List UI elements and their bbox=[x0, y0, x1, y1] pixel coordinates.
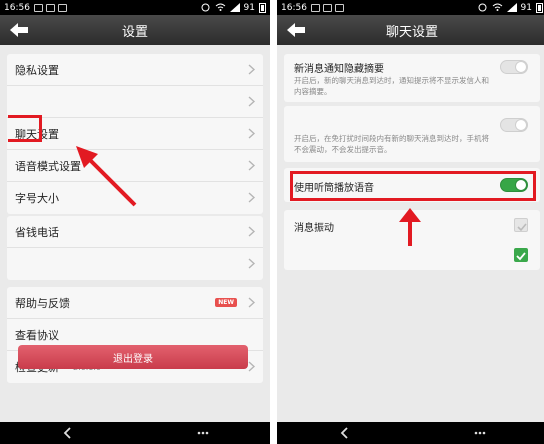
battery-icon bbox=[259, 2, 266, 13]
highlight-box bbox=[8, 115, 42, 142]
check-icon bbox=[517, 223, 527, 232]
back-nav-icon[interactable] bbox=[338, 426, 352, 440]
battery-level: 91 bbox=[243, 2, 255, 13]
hide-summary-toggle[interactable] bbox=[500, 60, 528, 74]
signal-icon bbox=[506, 3, 517, 12]
back-nav-icon[interactable] bbox=[61, 426, 75, 440]
help-feedback-item[interactable]: 帮助与反馈 NEW bbox=[7, 287, 263, 319]
vibration-checkbox[interactable] bbox=[514, 218, 528, 232]
chevron-right-icon bbox=[248, 258, 255, 269]
logout-button[interactable]: 退出登录 bbox=[18, 345, 248, 369]
signal-icon bbox=[229, 3, 240, 12]
cheap-call-item[interactable]: 省钱电话 bbox=[7, 216, 263, 248]
chevron-right-icon bbox=[248, 192, 255, 203]
settings-item-blank[interactable] bbox=[7, 86, 263, 118]
battery-level: 91 bbox=[520, 2, 532, 13]
wifi-icon bbox=[492, 3, 502, 11]
settings-group-calls: 省钱电话 bbox=[7, 216, 263, 280]
alarm-icon bbox=[201, 3, 210, 12]
back-arrow-icon[interactable] bbox=[285, 21, 307, 39]
chevron-right-icon bbox=[248, 96, 255, 107]
setting-description: 开启后，在免打扰时间段内有新的聊天消息到达时，手机将不会震动，不会发出提示音。 bbox=[294, 134, 489, 154]
red-arrow-icon bbox=[76, 146, 137, 207]
chevron-right-icon bbox=[248, 160, 255, 171]
chevron-right-icon bbox=[248, 361, 255, 372]
do-not-disturb-toggle[interactable] bbox=[500, 118, 528, 132]
wifi-icon bbox=[215, 3, 225, 11]
battery-icon bbox=[536, 2, 543, 13]
highlight-box bbox=[290, 171, 536, 201]
new-badge: NEW bbox=[215, 298, 237, 307]
setting-title: 新消息通知隐藏摘要 bbox=[294, 64, 384, 75]
back-arrow-icon[interactable] bbox=[8, 21, 30, 39]
status-bar: 16:56 91 bbox=[0, 0, 270, 15]
privacy-settings-item[interactable]: 隐私设置 bbox=[7, 54, 263, 86]
chevron-right-icon bbox=[248, 128, 255, 139]
usb-icon bbox=[334, 3, 344, 12]
nav-bar bbox=[0, 422, 270, 444]
menu-dots-icon[interactable] bbox=[196, 426, 210, 440]
hide-summary-setting: 新消息通知隐藏摘要 开启后，新的聊天消息到达时，通知提示将不显示发信人和内容摘要… bbox=[284, 54, 540, 102]
chevron-right-icon bbox=[248, 297, 255, 308]
usb-icon bbox=[57, 3, 67, 12]
chat-settings-screen: 16:56 91 聊天设置 新消息通知隐藏摘要 开启后，新的聊天消息到达时，通知… bbox=[277, 0, 544, 444]
red-arrow-icon bbox=[399, 208, 421, 246]
notification-icon bbox=[33, 3, 43, 12]
do-not-disturb-setting: 开启后，在免打扰时间段内有新的聊天消息到达时，手机将不会震动，不会发出提示音。 bbox=[284, 106, 540, 162]
page-title: 设置 bbox=[121, 24, 148, 40]
image-notification-icon bbox=[45, 3, 55, 12]
title-bar: 设置 bbox=[0, 15, 270, 45]
setting-title: 消息振动 bbox=[294, 223, 334, 234]
status-time: 16:56 bbox=[4, 2, 30, 13]
chevron-right-icon bbox=[248, 226, 255, 237]
title-bar: 聊天设置 bbox=[277, 15, 544, 45]
nav-bar bbox=[277, 422, 544, 444]
chevron-right-icon bbox=[248, 64, 255, 75]
status-time: 16:56 bbox=[281, 2, 307, 13]
settings-item-blank[interactable] bbox=[7, 248, 263, 280]
alarm-icon bbox=[478, 3, 487, 12]
image-notification-icon bbox=[322, 3, 332, 12]
menu-dots-icon[interactable] bbox=[473, 426, 487, 440]
settings-screen: 16:56 91 设置 隐私设置 聊天设置 语音模式设置 字号大小 省钱电话 帮… bbox=[0, 0, 270, 444]
setting-description: 开启后，新的聊天消息到达时，通知提示将不显示发信人和内容摘要。 bbox=[294, 76, 489, 96]
status-bar: 16:56 91 bbox=[277, 0, 544, 15]
notification-icon bbox=[310, 3, 320, 12]
check-icon bbox=[516, 252, 526, 261]
vibration-secondary-checkbox[interactable] bbox=[514, 248, 528, 262]
page-title: 聊天设置 bbox=[385, 24, 438, 40]
